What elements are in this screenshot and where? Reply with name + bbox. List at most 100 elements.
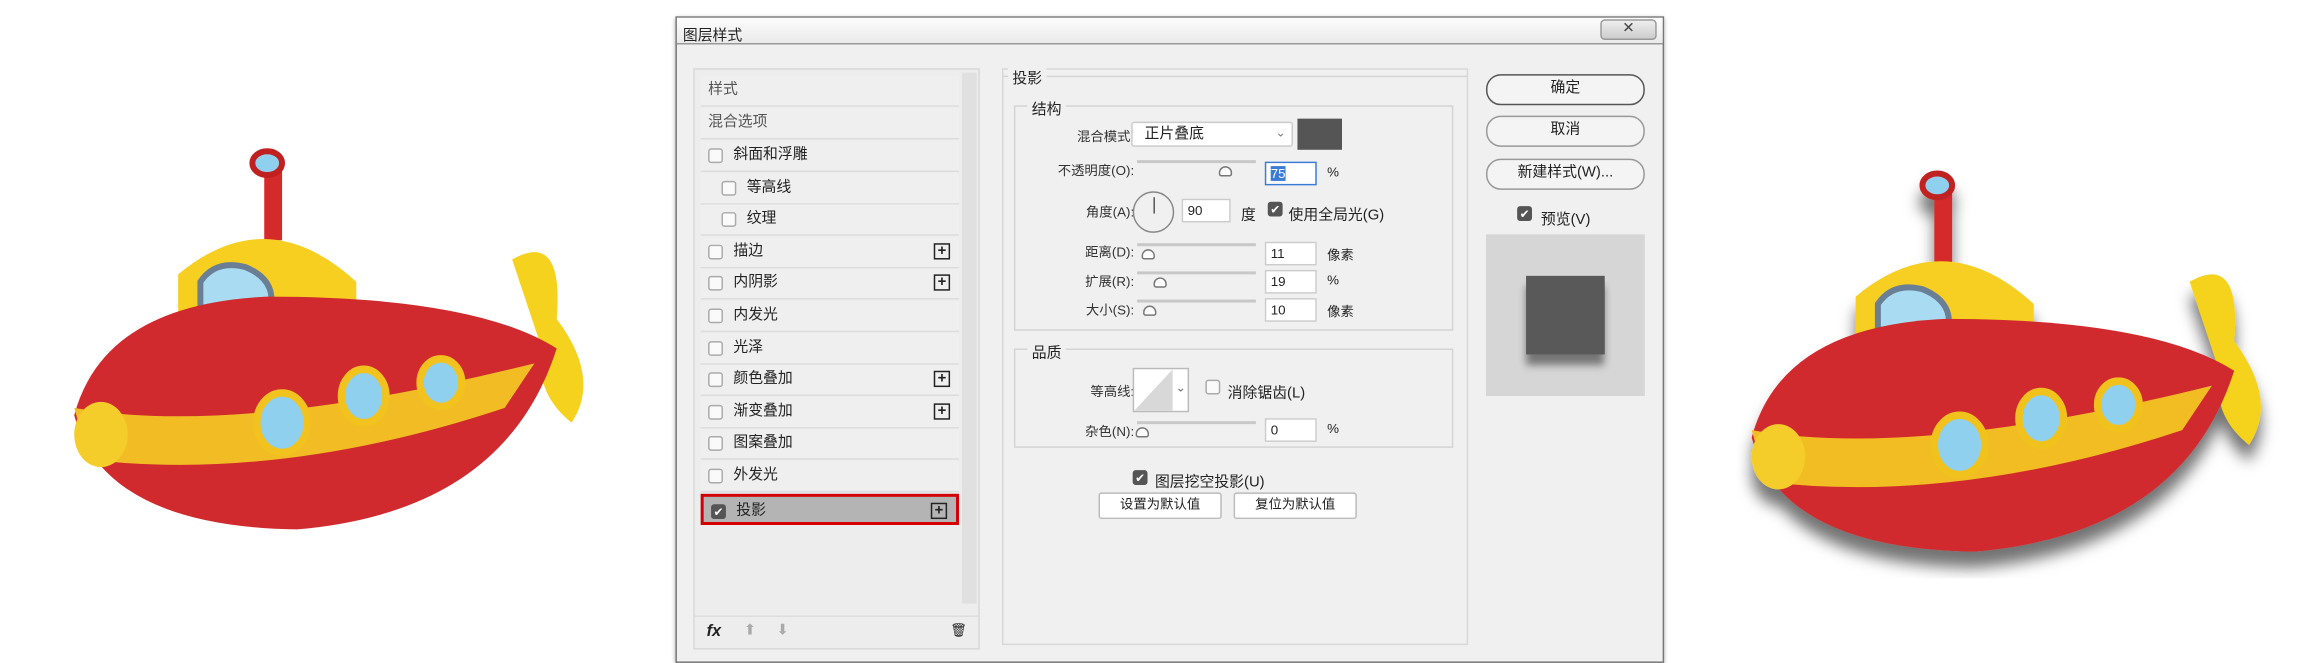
anti-alias-label: 消除锯齿(L) bbox=[1227, 385, 1306, 402]
distance-label: 距离(D): bbox=[1085, 244, 1135, 260]
style-item-label: 图案叠加 bbox=[733, 435, 793, 452]
opacity-label: 不透明度(O): bbox=[1057, 163, 1135, 178]
preview-thumbnail bbox=[1526, 275, 1605, 355]
quality-title: 品质 bbox=[1027, 339, 1066, 362]
distance-input[interactable]: 11 bbox=[1264, 241, 1317, 266]
chevron-down-icon: ⌄ bbox=[1175, 381, 1186, 395]
anti-alias-checkbox[interactable] bbox=[1205, 379, 1221, 395]
style-item[interactable]: 描边 + bbox=[700, 236, 959, 269]
new-style-button[interactable]: 新建样式(W)... bbox=[1485, 158, 1645, 190]
shadow-color-swatch[interactable] bbox=[1297, 118, 1342, 150]
angle-input[interactable]: 90 bbox=[1181, 198, 1231, 223]
style-item[interactable]: 纹理 bbox=[700, 204, 959, 237]
preview-label: 预览(V) bbox=[1540, 212, 1591, 229]
style-item[interactable]: 外发光 bbox=[700, 461, 959, 493]
layer-style-dialog: 图层样式 ✕ 样式 混合选项 斜面和浮雕 等高线 纹理 描边 + 内阴影 + 内… bbox=[675, 16, 1665, 663]
style-checkbox[interactable] bbox=[708, 308, 723, 324]
size-input[interactable]: 10 bbox=[1264, 298, 1317, 322]
opacity-slider-thumb[interactable] bbox=[1218, 166, 1233, 177]
angle-dial[interactable] bbox=[1132, 191, 1175, 233]
opacity-input[interactable]: 75 bbox=[1264, 161, 1317, 186]
noise-input[interactable]: 0 bbox=[1264, 418, 1317, 442]
style-checkbox[interactable] bbox=[708, 404, 723, 420]
noise-slider[interactable] bbox=[1137, 421, 1256, 425]
style-checkbox[interactable] bbox=[708, 244, 723, 260]
move-down-icon[interactable]: ⬇ bbox=[776, 623, 788, 639]
scrollbar[interactable] bbox=[961, 72, 977, 604]
style-checkbox[interactable] bbox=[708, 372, 723, 388]
add-instance-icon[interactable]: + bbox=[933, 274, 951, 292]
style-checkbox[interactable] bbox=[721, 180, 737, 196]
style-item[interactable]: ✔ 投影 + bbox=[700, 493, 959, 525]
contour-linear-icon bbox=[1134, 369, 1173, 411]
style-item[interactable]: 内发光 bbox=[700, 301, 959, 333]
preview-checkbox[interactable]: ✔ bbox=[1517, 206, 1533, 221]
spread-input[interactable]: 19 bbox=[1264, 269, 1317, 294]
submarine-image-with-shadow bbox=[1751, 170, 2261, 552]
preview-box bbox=[1485, 234, 1645, 396]
knockout-checkbox[interactable]: ✔ bbox=[1132, 470, 1148, 485]
add-instance-icon[interactable]: + bbox=[933, 403, 951, 420]
structure-group: 结构 混合模式: 正片叠底 ⌄ 不透明度(O): 75 % 角度(A): 90 … bbox=[1013, 96, 1454, 331]
title-bar[interactable]: 图层样式 ✕ bbox=[676, 17, 1663, 45]
noise-unit: % bbox=[1327, 421, 1340, 437]
style-item[interactable]: 渐变叠加 + bbox=[700, 397, 959, 429]
distance-slider[interactable] bbox=[1137, 243, 1256, 247]
style-item[interactable]: 等高线 bbox=[700, 172, 959, 205]
style-item-label: 等高线 bbox=[746, 178, 792, 196]
make-default-button[interactable]: 设置为默认值 bbox=[1098, 492, 1222, 520]
opacity-unit: % bbox=[1327, 164, 1340, 180]
blend-mode-label: 混合模式: bbox=[1076, 129, 1135, 144]
contour-picker[interactable]: ⌄ bbox=[1132, 367, 1190, 413]
style-item-label: 颜色叠加 bbox=[733, 371, 793, 388]
style-checkbox[interactable] bbox=[721, 212, 737, 228]
style-checkbox[interactable] bbox=[708, 276, 723, 292]
move-up-icon[interactable]: ⬆ bbox=[744, 623, 756, 639]
style-checkbox[interactable] bbox=[708, 468, 723, 484]
blend-options-item[interactable]: 混合选项 bbox=[700, 108, 959, 140]
style-checkbox[interactable] bbox=[708, 436, 723, 452]
distance-slider-thumb[interactable] bbox=[1141, 249, 1155, 260]
size-label: 大小(S): bbox=[1085, 302, 1135, 318]
drop-shadow-title: 投影 bbox=[1007, 65, 1047, 88]
style-item[interactable]: 光泽 bbox=[700, 333, 959, 365]
blend-mode-select[interactable]: 正片叠底 ⌄ bbox=[1131, 121, 1293, 147]
add-instance-icon[interactable]: + bbox=[933, 242, 951, 260]
angle-unit: 度 bbox=[1241, 207, 1256, 224]
style-item-label: 投影 bbox=[736, 502, 767, 519]
trash-icon[interactable]: 🗑 bbox=[950, 623, 967, 639]
spread-slider-thumb[interactable] bbox=[1153, 277, 1167, 288]
close-button[interactable]: ✕ bbox=[1600, 19, 1657, 41]
opacity-slider[interactable] bbox=[1137, 160, 1256, 164]
style-item[interactable]: 图案叠加 bbox=[700, 429, 959, 461]
style-item-label: 斜面和浮雕 bbox=[733, 146, 808, 164]
reset-default-button[interactable]: 复位为默认值 bbox=[1233, 492, 1357, 520]
noise-value: 0 bbox=[1270, 422, 1279, 438]
style-item[interactable]: 颜色叠加 + bbox=[700, 365, 959, 397]
style-item[interactable]: 斜面和浮雕 bbox=[700, 140, 959, 173]
style-checkbox[interactable] bbox=[708, 340, 723, 356]
style-item[interactable]: 内阴影 + bbox=[700, 269, 959, 301]
noise-slider-thumb[interactable] bbox=[1135, 427, 1150, 438]
dialog-title: 图层样式 bbox=[682, 28, 743, 45]
styles-header[interactable]: 样式 bbox=[700, 75, 959, 107]
size-slider-thumb[interactable] bbox=[1143, 305, 1157, 316]
style-item-label: 描边 bbox=[733, 242, 764, 260]
knockout-label: 图层挖空投影(U) bbox=[1154, 474, 1265, 491]
fx-icon[interactable]: fx bbox=[707, 623, 722, 641]
size-slider[interactable] bbox=[1137, 299, 1256, 303]
style-checkbox[interactable] bbox=[708, 148, 723, 164]
add-instance-icon[interactable]: + bbox=[930, 502, 948, 519]
style-item-label: 纹理 bbox=[746, 210, 777, 228]
style-item-label: 内发光 bbox=[733, 306, 778, 324]
spread-slider[interactable] bbox=[1137, 271, 1256, 275]
contour-label: 等高线: bbox=[1090, 384, 1135, 399]
add-instance-icon[interactable]: + bbox=[933, 371, 951, 388]
global-light-checkbox[interactable]: ✔ bbox=[1267, 201, 1283, 217]
structure-title: 结构 bbox=[1027, 96, 1066, 119]
style-item-label: 渐变叠加 bbox=[733, 403, 793, 420]
style-checkbox[interactable]: ✔ bbox=[711, 503, 726, 519]
ok-button[interactable]: 确定 bbox=[1485, 74, 1645, 106]
cancel-button[interactable]: 取消 bbox=[1485, 115, 1645, 147]
chevron-down-icon: ⌄ bbox=[1275, 126, 1286, 140]
